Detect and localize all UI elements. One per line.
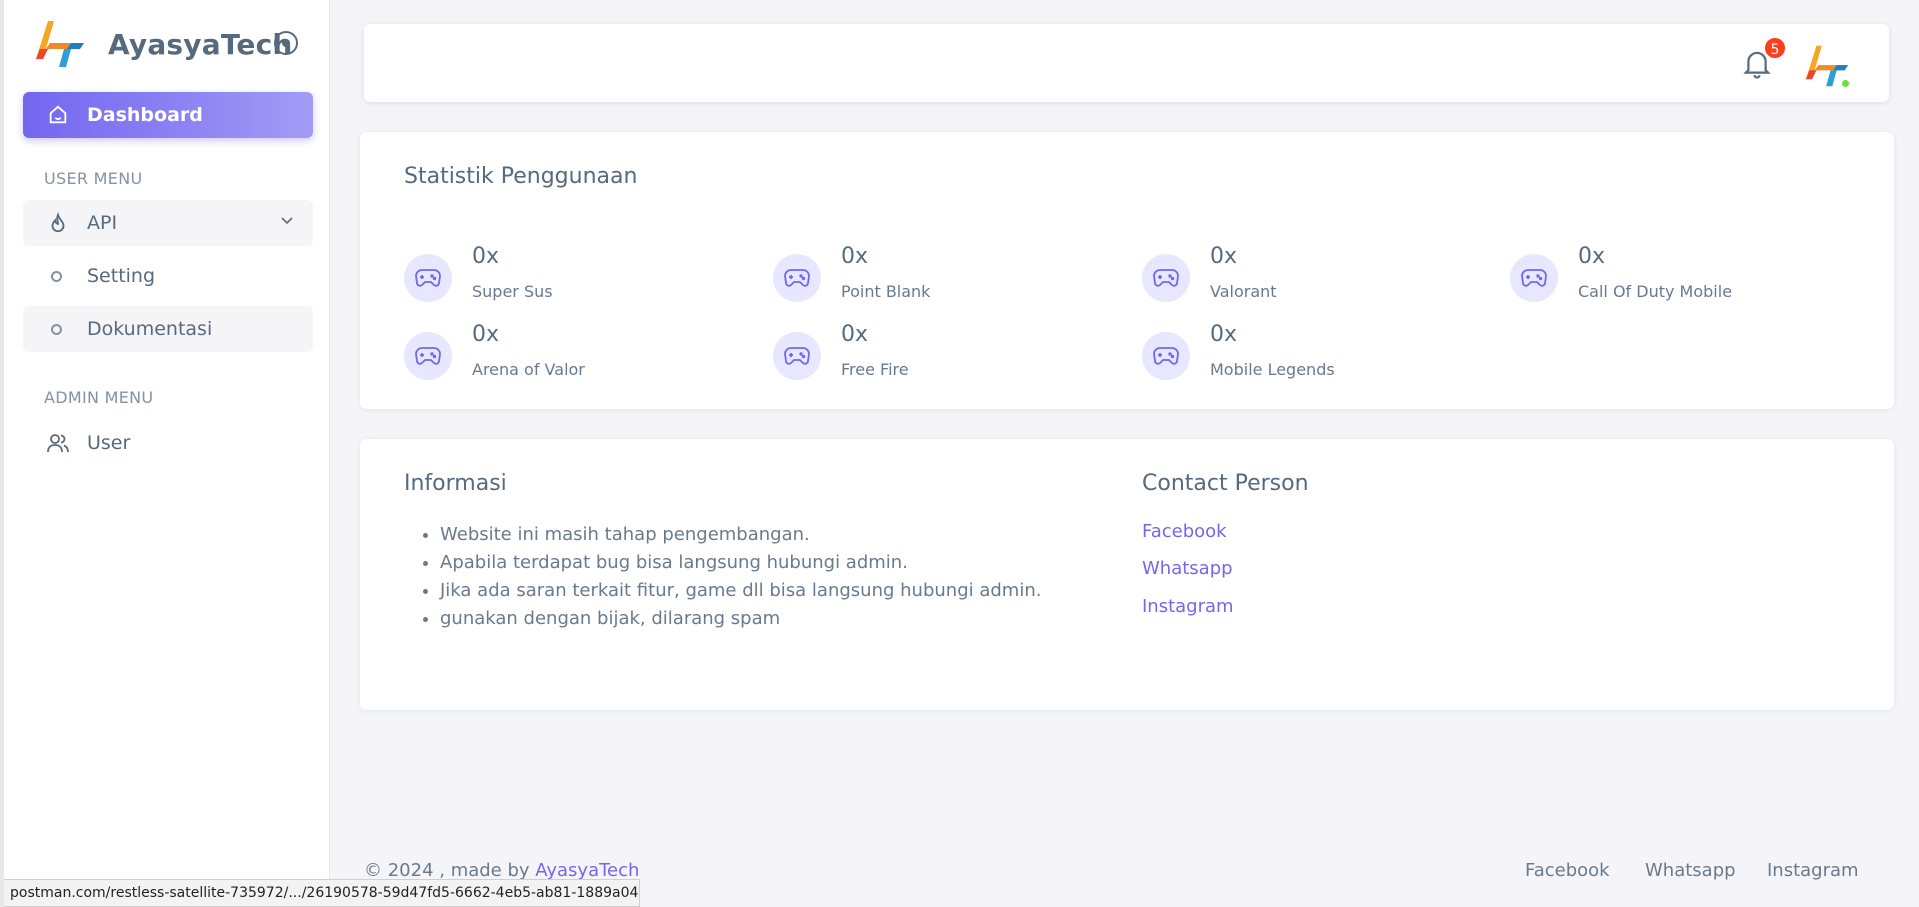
- usage-stats-card: Statistik Penggunaan 0x Super Sus 0x Point …: [360, 132, 1894, 409]
- stat-item: 0x Arena of Valor: [404, 322, 744, 390]
- gamepad-icon: [404, 332, 452, 380]
- card-title: Statistik Penggunaan: [404, 164, 638, 189]
- stat-value: 0x: [472, 322, 500, 347]
- sidebar-item-setting[interactable]: Setting: [23, 253, 313, 299]
- info-card: Informasi Website ini masih tahap pengem…: [360, 439, 1894, 710]
- list-item: Jika ada saran terkait fitur, game dll b…: [440, 577, 1041, 605]
- stat-label: Free Fire: [841, 360, 909, 379]
- stat-label: Call Of Duty Mobile: [1578, 282, 1733, 301]
- stat-item: 0x Free Fire: [773, 322, 1113, 390]
- top-navbar: 5: [364, 24, 1889, 102]
- flame-icon: [45, 210, 71, 236]
- menu-header-user: USER MENU: [44, 169, 143, 188]
- contact-link-instagram[interactable]: Instagram: [1142, 596, 1234, 617]
- contact-link-whatsapp[interactable]: Whatsapp: [1142, 558, 1233, 579]
- copyright-text: © 2024 , made by: [364, 860, 536, 881]
- gamepad-icon: [404, 254, 452, 302]
- gamepad-icon: [1142, 254, 1190, 302]
- stat-item: 0x Point Blank: [773, 244, 1113, 312]
- browser-status-url: postman.com/restless-satellite-735972/..…: [4, 879, 640, 907]
- footer-link-whatsapp[interactable]: Whatsapp: [1645, 860, 1736, 881]
- brand-logo: [36, 21, 84, 67]
- sidebar-item-dashboard[interactable]: Dashboard: [23, 92, 313, 138]
- list-item: Apabila terdapat bug bisa langsung hubun…: [440, 549, 1041, 577]
- stat-label: Super Sus: [472, 282, 553, 301]
- sidebar-item-api[interactable]: API: [23, 200, 313, 246]
- sidebar-item-label: API: [87, 212, 118, 234]
- footer-copyright: © 2024 , made by AyasyaTech: [364, 860, 639, 881]
- list-item: gunakan dengan bijak, dilarang spam: [440, 605, 1041, 633]
- home-icon: [45, 102, 71, 128]
- stat-value: 0x: [841, 322, 869, 347]
- chevron-down-icon: [281, 217, 293, 225]
- circle-icon: [51, 323, 62, 335]
- stat-value: 0x: [841, 244, 869, 269]
- sidebar-toggle-icon[interactable]: [274, 31, 298, 55]
- info-list: Website ini masih tahap pengembangan. Ap…: [400, 521, 1041, 633]
- sidebar: AyasyaTech Dashboard USER MENU API Setti…: [4, 0, 330, 907]
- brand[interactable]: AyasyaTech: [34, 18, 293, 70]
- sidebar-item-label: User: [87, 432, 131, 454]
- contact-link-facebook[interactable]: Facebook: [1142, 521, 1227, 542]
- users-icon: [45, 430, 71, 456]
- sidebar-item-label: Setting: [87, 265, 156, 287]
- gamepad-icon: [1142, 332, 1190, 380]
- sidebar-item-label: Dokumentasi: [87, 318, 213, 340]
- notification-badge: 5: [1763, 36, 1787, 60]
- gamepad-icon: [773, 332, 821, 380]
- stat-item: 0x Call Of Duty Mobile: [1510, 244, 1850, 312]
- stat-value: 0x: [1578, 244, 1606, 269]
- stat-value: 0x: [472, 244, 500, 269]
- gamepad-icon: [1510, 254, 1558, 302]
- sidebar-item-label: Dashboard: [87, 104, 203, 126]
- stat-label: Mobile Legends: [1210, 360, 1335, 379]
- online-status-dot: [1840, 78, 1851, 89]
- sidebar-item-user[interactable]: User: [23, 420, 313, 466]
- stat-label: Valorant: [1210, 282, 1277, 301]
- stat-value: 0x: [1210, 322, 1238, 347]
- footer-link-instagram[interactable]: Instagram: [1767, 860, 1859, 881]
- stat-item: 0x Mobile Legends: [1142, 322, 1482, 390]
- stat-item: 0x Valorant: [1142, 244, 1482, 312]
- footer-link-facebook[interactable]: Facebook: [1525, 860, 1610, 881]
- list-item: Website ini masih tahap pengembangan.: [440, 521, 1041, 549]
- stat-item: 0x Super Sus: [404, 244, 744, 312]
- gamepad-icon: [773, 254, 821, 302]
- brand-name: AyasyaTech: [108, 27, 293, 61]
- menu-header-admin: ADMIN MENU: [44, 388, 154, 407]
- footer-brand-link[interactable]: AyasyaTech: [535, 860, 639, 881]
- sidebar-item-dokumentasi[interactable]: Dokumentasi: [23, 306, 313, 352]
- info-title: Informasi: [404, 471, 507, 496]
- stat-label: Point Blank: [841, 282, 931, 301]
- circle-icon: [51, 270, 62, 282]
- contact-title: Contact Person: [1142, 471, 1309, 496]
- stat-value: 0x: [1210, 244, 1238, 269]
- stat-label: Arena of Valor: [472, 360, 585, 379]
